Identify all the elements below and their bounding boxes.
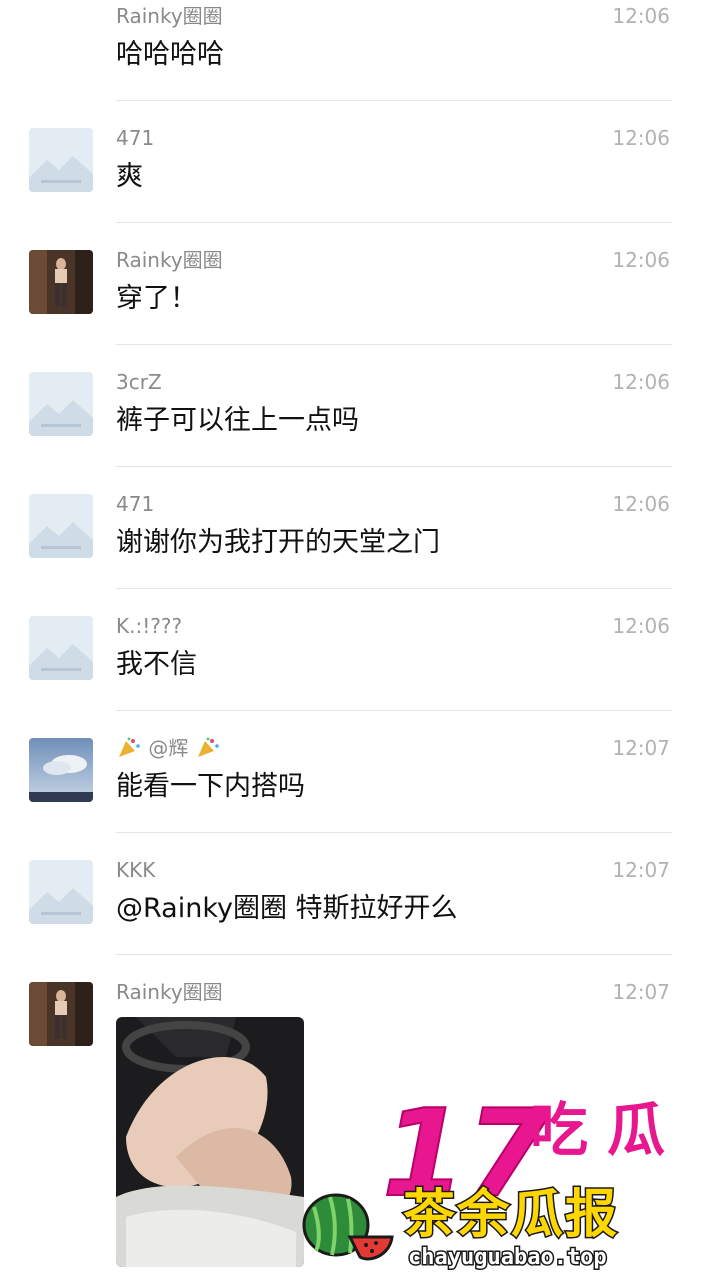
watermark-brand-text: 茶余瓜报: [401, 1184, 620, 1247]
placeholder-avatar-icon[interactable]: [29, 616, 93, 680]
watermelon-icon: [300, 1187, 396, 1263]
message-time: 12:06: [612, 248, 670, 272]
sender-name[interactable]: K.:!???: [116, 614, 182, 638]
message-time: 12:07: [612, 980, 670, 1004]
sender-name[interactable]: 471: [116, 126, 154, 150]
message-item[interactable]: Rainky圈圈 12:06 穿了！: [0, 222, 701, 344]
message-image[interactable]: [116, 1017, 304, 1267]
placeholder-avatar-icon[interactable]: [29, 860, 93, 924]
placeholder-avatar-icon[interactable]: [29, 372, 93, 436]
message-item[interactable]: @辉 12:07 能看一下内搭吗: [0, 710, 701, 832]
message-item[interactable]: 471 12:06 爽: [0, 100, 701, 222]
sender-name[interactable]: @辉: [116, 736, 221, 760]
message-time: 12:06: [612, 492, 670, 516]
message-item[interactable]: 3crZ 12:06 裤子可以往上一点吗: [0, 344, 701, 466]
message-item[interactable]: K.:!??? 12:06 我不信: [0, 588, 701, 710]
sky-photo-avatar[interactable]: [29, 738, 93, 802]
user-photo-avatar[interactable]: [29, 982, 93, 1046]
sender-name[interactable]: 471: [116, 492, 154, 516]
message-item[interactable]: KKK 12:07 @Rainky圈圈 特斯拉好开么: [0, 832, 701, 954]
message-text: 我不信: [116, 649, 197, 680]
message-text: 能看一下内搭吗: [116, 771, 305, 802]
message-text: @Rainky圈圈 特斯拉好开么: [116, 893, 458, 924]
sender-name[interactable]: Rainky圈圈: [116, 4, 223, 28]
user-photo-avatar[interactable]: [29, 250, 93, 314]
sender-name[interactable]: Rainky圈圈: [116, 248, 223, 272]
party-popper-icon: [195, 737, 221, 759]
message-text: 裤子可以往上一点吗: [116, 405, 359, 436]
message-text: 哈哈哈哈: [116, 39, 224, 70]
message-time: 12:07: [612, 858, 670, 882]
message-text: 爽: [116, 161, 143, 192]
party-popper-icon: [116, 737, 142, 759]
logo-gua: 瓜: [607, 1096, 665, 1164]
message-time: 12:06: [612, 126, 670, 150]
message-time: 12:06: [612, 614, 670, 638]
sender-name[interactable]: Rainky圈圈: [116, 980, 223, 1004]
sender-name[interactable]: KKK: [116, 858, 155, 882]
message-time: 12:06: [612, 4, 670, 28]
placeholder-avatar-icon[interactable]: [29, 494, 93, 558]
message-time: 12:07: [612, 736, 670, 760]
message-item[interactable]: 471 12:06 谢谢你为我打开的天堂之门: [0, 466, 701, 588]
placeholder-avatar-icon[interactable]: [29, 128, 93, 192]
message-text: 穿了！: [116, 283, 197, 314]
sender-name-text: @辉: [148, 736, 189, 760]
message-text: 谢谢你为我打开的天堂之门: [116, 527, 440, 558]
message-time: 12:06: [612, 370, 670, 394]
sender-name[interactable]: 3crZ: [116, 370, 162, 394]
logo-chi: 吃: [530, 1096, 588, 1164]
watermark-url-text: chayuguabao.top: [407, 1244, 609, 1272]
